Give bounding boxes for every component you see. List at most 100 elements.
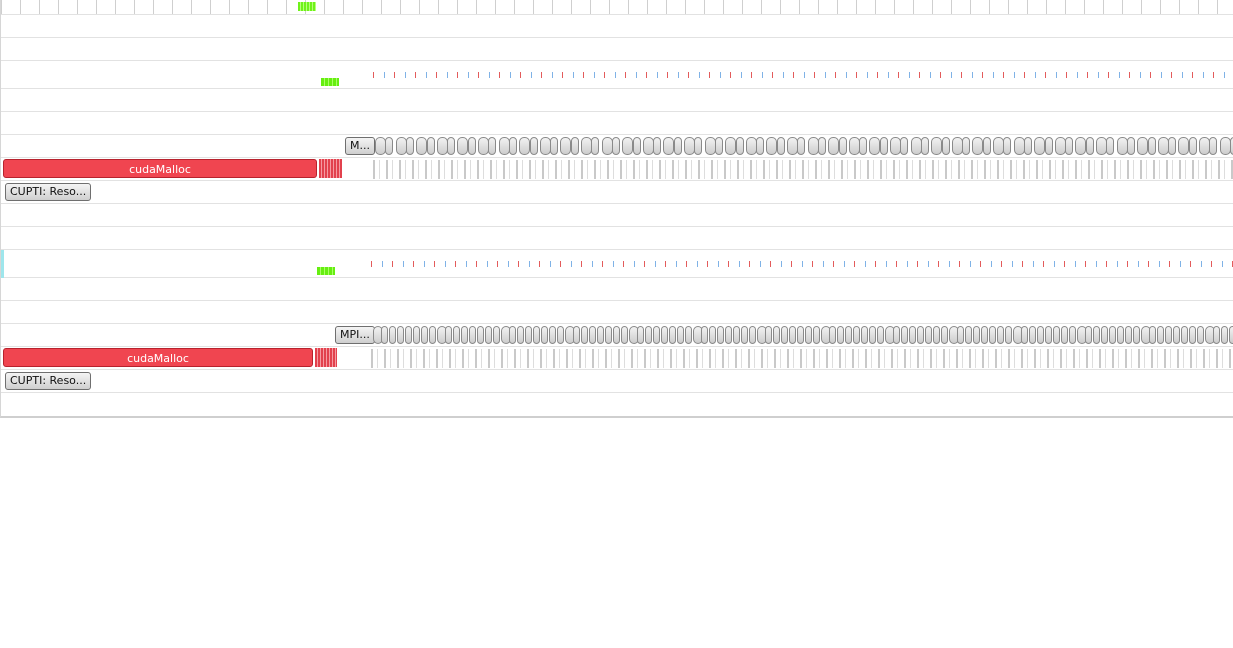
mpi-call-capsule[interactable] [901, 326, 908, 344]
mpi-call-capsule[interactable] [941, 137, 950, 155]
mpi-call-capsule[interactable] [869, 326, 876, 344]
mpi-call-capsule[interactable] [549, 326, 556, 344]
mpi-call-capsule[interactable] [989, 326, 996, 344]
mpi-call-capsule[interactable] [533, 326, 540, 344]
mpi-call-capsule[interactable] [1181, 326, 1188, 344]
mpi-call-capsule[interactable] [925, 326, 932, 344]
mpi-call-capsule[interactable] [853, 326, 860, 344]
mpi-call-sequence[interactable] [373, 326, 1233, 344]
mpi-call-capsule[interactable] [508, 137, 517, 155]
mpi-call-capsule[interactable] [605, 326, 612, 344]
mpi-call-capsule[interactable] [550, 137, 559, 155]
mpi-call-capsule[interactable] [838, 137, 847, 155]
mpi-call-capsule[interactable] [1021, 326, 1028, 344]
mpi-call-capsule[interactable] [653, 137, 662, 155]
mpi-call-capsule[interactable] [1003, 137, 1012, 155]
mpi-call-capsule[interactable] [1165, 326, 1172, 344]
mpi-call-capsule[interactable] [735, 137, 744, 155]
mpi-call-capsule[interactable] [1116, 137, 1128, 155]
mpi-call-capsule[interactable] [973, 326, 980, 344]
mpi-call-capsule[interactable] [962, 137, 971, 155]
mpi-call-capsule[interactable] [1029, 326, 1036, 344]
mpi-call-capsule[interactable] [717, 326, 724, 344]
mpi-call-capsule[interactable] [591, 137, 600, 155]
mpi-call-capsule[interactable] [1197, 326, 1204, 344]
mpi-call-capsule[interactable] [493, 326, 500, 344]
cuda-api-burst[interactable] [319, 159, 342, 178]
mpi-call-capsule[interactable] [776, 137, 785, 155]
mpi-call-capsule[interactable] [1188, 137, 1197, 155]
mpi-call-capsule[interactable] [416, 137, 428, 155]
mpi-call-capsule[interactable] [709, 326, 716, 344]
mpi-call-capsule[interactable] [1034, 137, 1046, 155]
mpi-call-capsule[interactable] [781, 326, 788, 344]
mpi-call-capsule[interactable] [805, 326, 812, 344]
mpi-call-capsule[interactable] [611, 137, 620, 155]
mpi-call-capsule[interactable] [813, 326, 820, 344]
timeline-view[interactable]: M... cudaMalloc CUPTI: Reso... MPI... cu… [0, 0, 1233, 418]
mpi-call-capsule[interactable] [1023, 137, 1032, 155]
mpi-call-capsule[interactable] [789, 326, 796, 344]
mpi-call-capsule[interactable] [920, 137, 929, 155]
mpi-call-capsule[interactable] [1101, 326, 1108, 344]
mpi-call-capsule[interactable] [861, 326, 868, 344]
cudamalloc-bar[interactable]: cudaMalloc [3, 159, 317, 178]
mpi-call-capsule[interactable] [807, 137, 819, 155]
mpi-call-capsule[interactable] [931, 137, 943, 155]
mpi-call-capsule[interactable] [413, 326, 420, 344]
mpi-call-chip[interactable]: MPI... [335, 326, 375, 344]
mpi-call-capsule[interactable] [1178, 137, 1190, 155]
mpi-call-capsule[interactable] [421, 326, 428, 344]
mpi-call-capsule[interactable] [957, 326, 964, 344]
mpi-call-capsule[interactable] [1069, 326, 1076, 344]
mpi-call-capsule[interactable] [1044, 137, 1053, 155]
mpi-call-capsule[interactable] [509, 326, 516, 344]
mpi-call-capsule[interactable] [560, 137, 572, 155]
mpi-call-capsule[interactable] [829, 326, 836, 344]
mpi-call-capsule[interactable] [405, 326, 412, 344]
mpi-call-capsule[interactable] [395, 137, 407, 155]
mpi-call-capsule[interactable] [877, 326, 884, 344]
mpi-call-capsule[interactable] [621, 326, 628, 344]
mpi-call-capsule[interactable] [704, 137, 716, 155]
mpi-call-capsule[interactable] [1126, 137, 1135, 155]
mpi-call-capsule[interactable] [653, 326, 660, 344]
mpi-call-capsule[interactable] [910, 137, 922, 155]
mpi-call-capsule[interactable] [714, 137, 723, 155]
mpi-call-capsule[interactable] [1053, 326, 1060, 344]
mpi-call-capsule[interactable] [1213, 326, 1220, 344]
mpi-call-capsule[interactable] [1209, 137, 1218, 155]
mpi-call-capsule[interactable] [589, 326, 596, 344]
mpi-call-capsule[interactable] [663, 137, 675, 155]
mpi-call-capsule[interactable] [637, 326, 644, 344]
mpi-call-capsule[interactable] [632, 137, 641, 155]
mpi-call-capsule[interactable] [1168, 137, 1177, 155]
mpi-call-capsule[interactable] [1117, 326, 1124, 344]
mpi-call-capsule[interactable] [677, 326, 684, 344]
mpi-call-capsule[interactable] [389, 326, 396, 344]
cudamalloc-bar[interactable]: cudaMalloc [3, 348, 313, 367]
mpi-call-capsule[interactable] [397, 326, 404, 344]
mpi-call-capsule[interactable] [997, 326, 1004, 344]
mpi-call-capsule[interactable] [1093, 326, 1100, 344]
mpi-call-capsule[interactable] [529, 137, 538, 155]
mpi-call-capsule[interactable] [837, 326, 844, 344]
mpi-call-capsule[interactable] [1085, 137, 1094, 155]
mpi-call-capsule[interactable] [597, 326, 604, 344]
cupti-resource-chip[interactable]: CUPTI: Reso... [5, 372, 92, 390]
mpi-call-capsule[interactable] [741, 326, 748, 344]
mpi-call-capsule[interactable] [445, 326, 452, 344]
mpi-call-capsule[interactable] [859, 137, 868, 155]
mpi-call-capsule[interactable] [933, 326, 940, 344]
cuda-api-burst[interactable] [315, 348, 337, 367]
mpi-call-capsule[interactable] [1005, 326, 1012, 344]
mpi-call-capsule[interactable] [381, 326, 388, 344]
mpi-call-capsule[interactable] [1061, 326, 1068, 344]
mpi-call-capsule[interactable] [982, 137, 991, 155]
mpi-call-capsule[interactable] [1149, 326, 1156, 344]
mpi-call-capsule[interactable] [669, 326, 676, 344]
mpi-call-capsule[interactable] [893, 326, 900, 344]
memcpy-activity-bar[interactable] [321, 78, 339, 86]
mpi-call-capsule[interactable] [477, 326, 484, 344]
mpi-call-capsule[interactable] [1133, 326, 1140, 344]
